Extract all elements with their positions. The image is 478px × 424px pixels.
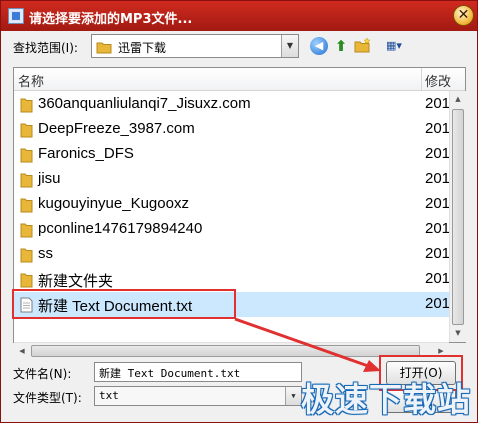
folder-icon — [20, 222, 34, 242]
look-in-dropdown[interactable]: 迅雷下载 ▼ — [91, 34, 299, 58]
back-icon[interactable]: ◀ — [310, 37, 328, 55]
filename-input[interactable]: 新建 Text Document.txt — [94, 362, 302, 382]
new-folder-icon[interactable] — [354, 37, 372, 55]
list-item-selected[interactable]: 新建 Text Document.txt 201 — [14, 292, 451, 317]
list-item[interactable]: 新建文件夹 201 — [14, 267, 451, 292]
scroll-thumb[interactable] — [31, 345, 420, 357]
folder-icon — [96, 40, 112, 54]
item-date: 201 — [425, 170, 451, 187]
item-date: 201 — [425, 270, 451, 287]
list-header: 名称 修改 — [14, 68, 465, 91]
file-list[interactable]: 名称 修改 360anquanliulanqi7_Jisuxz.com 201 … — [13, 67, 466, 343]
item-name: Faronics_DFS — [38, 145, 134, 162]
item-name: ss — [38, 245, 53, 262]
item-date: 201 — [425, 220, 451, 237]
item-name: kugouyinyue_Kugooxz — [38, 195, 189, 212]
window-title: 请选择要添加的MP3文件... — [29, 12, 193, 27]
scroll-down-icon[interactable]: ▼ — [450, 325, 466, 341]
item-name: 360anquanliulanqi7_Jisuxz.com — [38, 95, 251, 112]
folder-icon — [20, 272, 34, 292]
filetype-select[interactable]: txt ▼ — [94, 386, 302, 406]
filetype-label: 文件类型(T): — [13, 391, 82, 405]
item-date: 201 — [425, 95, 451, 112]
list-rows: 360anquanliulanqi7_Jisuxz.com 201 DeepFr… — [14, 92, 451, 317]
list-item[interactable]: pconline1476179894240 201 — [14, 217, 451, 242]
column-header-date[interactable]: 修改 — [425, 71, 451, 90]
filename-label: 文件名(N): — [13, 367, 72, 381]
item-name: jisu — [38, 170, 61, 187]
item-date: 201 — [425, 295, 451, 312]
folder-icon — [20, 247, 34, 267]
item-date: 201 — [425, 245, 451, 262]
list-item[interactable]: jisu 201 — [14, 167, 451, 192]
item-name: 新建文件夹 — [38, 273, 114, 290]
chevron-down-icon[interactable]: ▼ — [285, 387, 301, 405]
title-bar[interactable]: 请选择要添加的MP3文件... ✕ — [1, 1, 477, 31]
file-open-dialog: 请选择要添加的MP3文件... ✕ 查找范围(I): 迅雷下载 ▼ ◀ ⬆ ▦▾… — [0, 0, 478, 423]
scroll-left-icon[interactable]: ◀ — [14, 343, 30, 359]
list-item[interactable]: DeepFreeze_3987.com 201 — [14, 117, 451, 142]
chevron-down-icon[interactable]: ▼ — [281, 35, 298, 57]
folder-icon — [20, 97, 34, 117]
watermark-logo: 极速下载站 — [301, 380, 471, 419]
app-icon — [8, 8, 24, 24]
list-item[interactable]: kugouyinyue_Kugooxz 201 — [14, 192, 451, 217]
folder-icon — [20, 172, 34, 192]
column-header-name[interactable]: 名称 — [18, 71, 44, 90]
list-item[interactable]: Faronics_DFS 201 — [14, 142, 451, 167]
filetype-value: txt — [99, 389, 119, 402]
look-in-label: 查找范围(I): — [13, 41, 78, 55]
up-folder-icon[interactable]: ⬆ — [332, 37, 350, 55]
folder-icon — [20, 147, 34, 167]
list-item[interactable]: ss 201 — [14, 242, 451, 267]
text-file-icon — [20, 297, 33, 317]
folder-icon — [20, 197, 34, 217]
look-in-value: 迅雷下载 — [118, 41, 167, 55]
item-date: 201 — [425, 120, 451, 137]
list-item[interactable]: 360anquanliulanqi7_Jisuxz.com 201 — [14, 92, 451, 117]
close-button[interactable]: ✕ — [453, 5, 474, 26]
view-menu-icon[interactable]: ▦▾ — [381, 37, 407, 55]
item-name: DeepFreeze_3987.com — [38, 120, 195, 137]
item-date: 201 — [425, 145, 451, 162]
vertical-scrollbar[interactable]: ▲ ▼ — [449, 91, 466, 342]
column-divider[interactable] — [421, 68, 422, 90]
folder-icon — [20, 122, 34, 142]
item-name: pconline1476179894240 — [38, 220, 203, 237]
item-name: 新建 Text Document.txt — [38, 298, 193, 315]
item-date: 201 — [425, 195, 451, 212]
scroll-up-icon[interactable]: ▲ — [450, 91, 466, 107]
scroll-thumb[interactable] — [452, 109, 464, 325]
